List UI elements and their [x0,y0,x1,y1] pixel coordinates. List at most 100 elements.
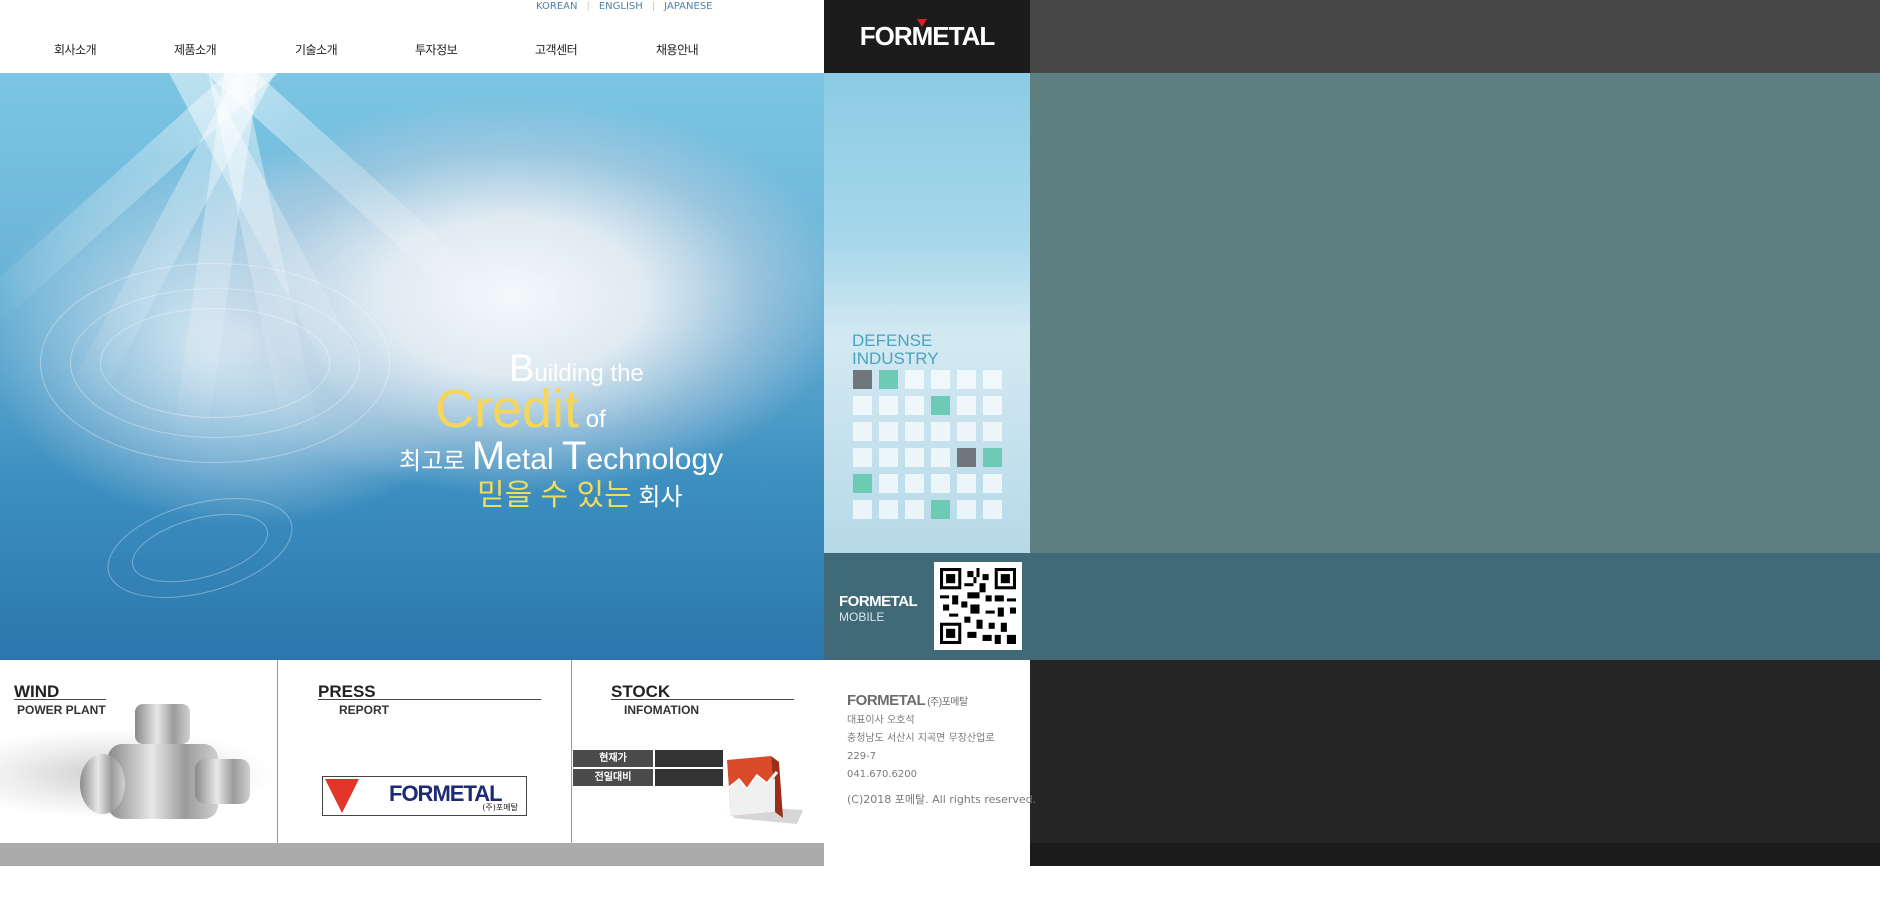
press-logo-korean: (주)포메탈 [482,803,518,812]
grid-cell [853,370,872,389]
grid-cell [983,474,1002,493]
wind-power-box[interactable]: WIND POWER PLANT [0,660,277,843]
gear-part [80,754,125,814]
press-rule [318,699,541,700]
slogan-line-2: Credit of [435,379,606,439]
footer-company-info: FORMETAL (주)포메탈 대표이사 오호석 충청남도 서산시 지곡면 무장산… [847,692,1036,807]
mobile-panel[interactable]: FORMETAL MOBILE [824,553,1030,660]
grid-cell [853,396,872,415]
grid-cell [879,396,898,415]
grid-cell [957,474,976,493]
grid-cell [983,500,1002,519]
stock-subtitle: INFOMATION [624,703,700,717]
grid-cell [853,474,872,493]
mobile-label: MOBILE [839,610,885,624]
grid-cell [957,422,976,441]
right-filler-bottom [1030,660,1880,843]
grid-cell [931,370,950,389]
stock-label-current: 현재가 [573,750,653,767]
grid-cell [905,448,924,467]
divider-line [277,660,278,866]
lang-divider: | [651,1,656,12]
lang-english[interactable]: ENGLISH [599,1,643,12]
grid-cell [879,422,898,441]
language-selector: KOREAN | ENGLISH | JAPANESE [536,1,712,12]
grid-cell [931,448,950,467]
footer-logo: FORMETAL (주)포메탈 [847,692,968,709]
grid-cell [957,448,976,467]
grid-cell [905,370,924,389]
stock-rule [611,699,794,700]
qr-code-graphic [940,568,1016,644]
right-filler-middle [1030,73,1880,553]
footer-copyright: (C)2018 포메탈. All rights reserved. [847,793,1037,806]
footer-phone: 041.670.6200 [847,769,917,780]
footer-ceo: 대표이사 오호석 [847,715,915,726]
grid-cell [879,500,898,519]
grid-cell [957,500,976,519]
grid-cell [853,422,872,441]
lang-japanese[interactable]: JAPANESE [664,1,712,12]
grid-cell [957,396,976,415]
grid-cell [931,474,950,493]
right-filler-band [1030,553,1880,660]
grid-cell [931,500,950,519]
gear-part [195,759,250,804]
grid-cell [905,396,924,415]
nav-company[interactable]: 회사소개 [54,41,97,58]
slogan-line-4: 믿을 수 있는 회사 [477,479,683,512]
stock-row-current: 현재가 [573,750,723,767]
grid-cell [905,422,924,441]
bottom-section: WIND POWER PLANT PRESS REPORT FORMETAL (… [0,660,824,843]
nav-customer-center[interactable]: 고객센터 [535,41,578,58]
footer-address-1: 충청남도 서산시 지곡면 무장산업로 [847,733,995,744]
defense-industry-title[interactable]: DEFENSE INDUSTRY [852,332,939,368]
grid-cell [931,396,950,415]
grid-cell [905,474,924,493]
footer-address-2: 229-7 [847,751,877,762]
stock-value-current [655,750,723,767]
press-subtitle: REPORT [339,703,390,717]
grid-cell [879,448,898,467]
divider-line [571,660,572,866]
wind-subtitle: POWER PLANT [17,703,106,717]
right-filler-foot [1030,843,1880,866]
wind-rule [14,699,106,700]
grid-cell [853,500,872,519]
red-v-icon [325,779,359,813]
header: KOREAN | ENGLISH | JAPANESE 회사소개 제품소개 기술… [0,0,824,73]
grid-cell [853,448,872,467]
decorative-ring [100,308,330,418]
bottom-strip [0,843,824,866]
nav-technology[interactable]: 기술소개 [295,41,338,58]
formetal-logo[interactable]: FORMETAL [860,21,996,52]
grid-cell [879,370,898,389]
grid-cell [905,500,924,519]
right-filler-top [1030,0,1880,73]
defense-grid [853,370,1002,519]
grid-cell [983,422,1002,441]
stock-table: 현재가 전일대비 [573,750,723,788]
stock-row-change: 전일대비 [573,769,723,786]
stock-chart-icon [727,756,803,824]
press-formetal-logo[interactable]: FORMETAL (주)포메탈 [322,776,527,816]
stock-value-change [655,769,723,786]
nav-investor[interactable]: 투자정보 [415,41,458,58]
grid-cell [957,370,976,389]
main-nav: 회사소개 제품소개 기술소개 투자정보 고객센터 채용안내 [0,41,824,59]
grid-cell [983,448,1002,467]
lang-divider: | [586,1,590,12]
header-logo-box[interactable]: FORMETAL [824,0,1030,73]
grid-cell [879,474,898,493]
defense-industry-panel[interactable]: DEFENSE INDUSTRY [824,73,1030,553]
gear-part [135,704,190,744]
lang-korean[interactable]: KOREAN [536,1,577,12]
nav-products[interactable]: 제품소개 [174,41,217,58]
qr-code [934,562,1022,650]
grid-cell [983,370,1002,389]
stock-label-change: 전일대비 [573,769,653,786]
grid-cell [983,396,1002,415]
mobile-logo: FORMETAL [839,593,918,610]
hero-banner: Building the Credit of 최고로 Metal Technol… [0,73,824,660]
nav-careers[interactable]: 채용안내 [656,41,699,58]
